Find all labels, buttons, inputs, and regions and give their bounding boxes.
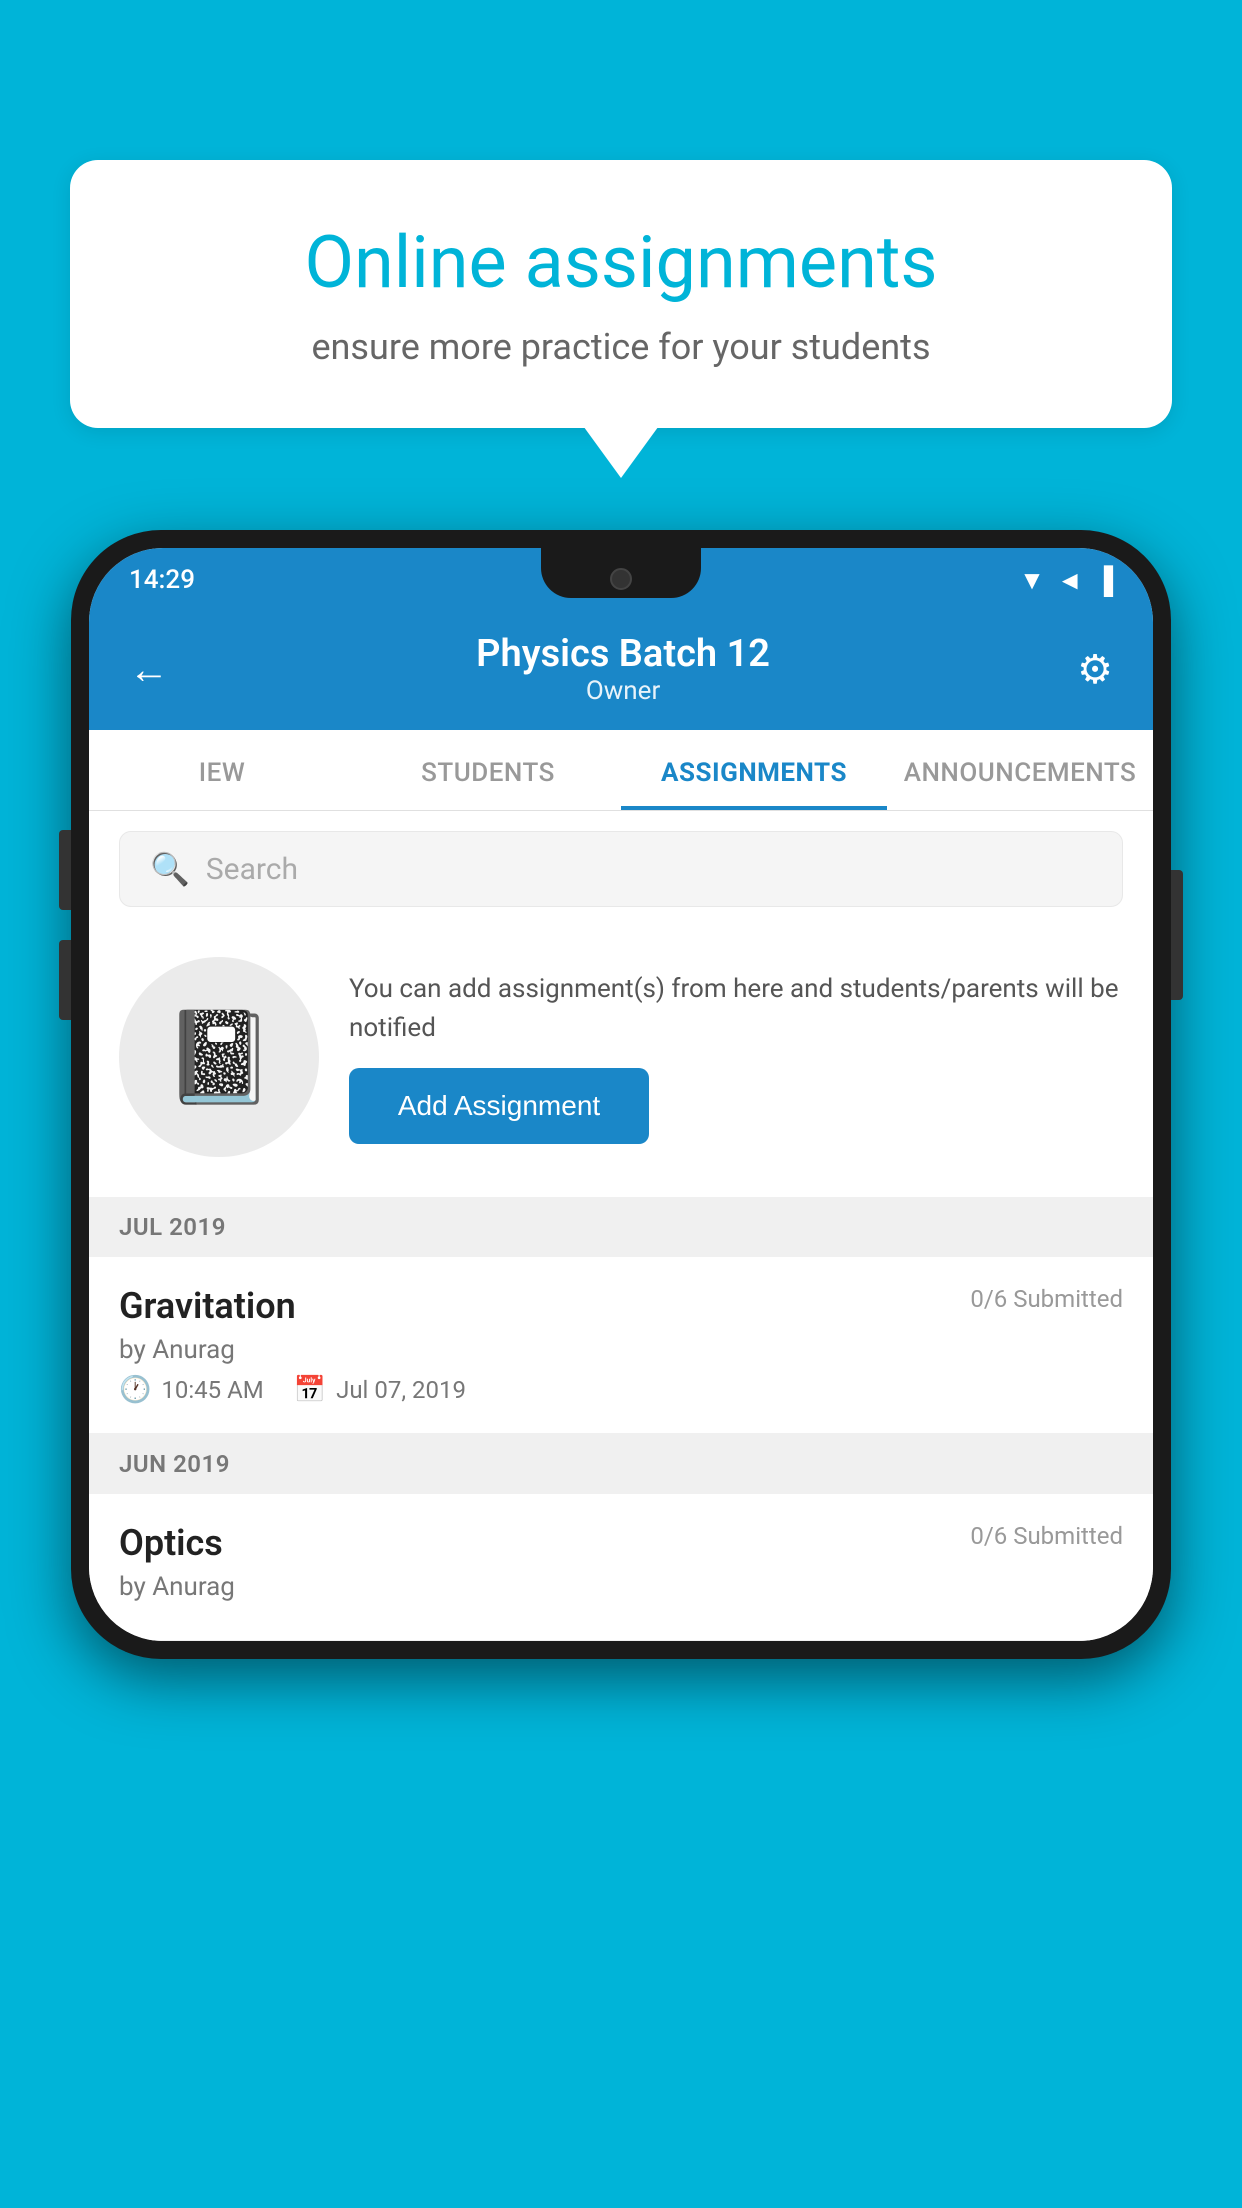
tabs-bar: IEW STUDENTS ASSIGNMENTS ANNOUNCEMENTS [89, 730, 1153, 811]
speech-bubble-area: Online assignments ensure more practice … [70, 160, 1172, 428]
promo-icon-circle: 📓 [119, 957, 319, 1157]
speech-bubble: Online assignments ensure more practice … [70, 160, 1172, 428]
section-jul-2019: JUL 2019 [89, 1197, 1153, 1257]
optics-submitted: 0/6 Submitted [970, 1522, 1123, 1550]
phone-screen: 14:29 ▼ ◄ ▐ ← Physics Batch 12 Owner ⚙ [89, 548, 1153, 1641]
promo-right: You can add assignment(s) from here and … [349, 970, 1123, 1144]
promo-description: You can add assignment(s) from here and … [349, 970, 1123, 1048]
clock-icon: 🕐 [119, 1375, 151, 1405]
promo-section: 📓 You can add assignment(s) from here an… [89, 927, 1153, 1197]
volume-up-button[interactable] [59, 830, 71, 910]
volume-down-button[interactable] [59, 940, 71, 1020]
front-camera [610, 568, 632, 590]
optics-author: by Anurag [119, 1572, 1123, 1602]
header-center: Physics Batch 12 Owner [476, 632, 770, 706]
search-container: 🔍 Search [89, 811, 1153, 927]
battery-icon: ▐ [1095, 565, 1113, 596]
phone-mockup: 14:29 ▼ ◄ ▐ ← Physics Batch 12 Owner ⚙ [71, 530, 1171, 1659]
signal-icon: ◄ [1057, 565, 1083, 596]
calendar-icon: 📅 [294, 1375, 326, 1405]
gravitation-date: 📅 Jul 07, 2019 [294, 1375, 466, 1405]
gravitation-meta: 🕐 10:45 AM 📅 Jul 07, 2019 [119, 1375, 1123, 1405]
bubble-title: Online assignments [140, 220, 1102, 306]
assignment-title-optics: Optics [119, 1522, 223, 1564]
gravitation-time-value: 10:45 AM [161, 1376, 263, 1404]
status-time: 14:29 [129, 565, 195, 595]
tab-assignments[interactable]: ASSIGNMENTS [621, 730, 887, 810]
notch [541, 548, 701, 598]
batch-title: Physics Batch 12 [476, 632, 770, 676]
gravitation-author: by Anurag [119, 1335, 1123, 1365]
status-icons: ▼ ◄ ▐ [1019, 565, 1113, 596]
phone-outer: 14:29 ▼ ◄ ▐ ← Physics Batch 12 Owner ⚙ [71, 530, 1171, 1659]
back-button[interactable]: ← [129, 646, 169, 693]
bubble-subtitle: ensure more practice for your students [140, 326, 1102, 368]
assignment-gravitation[interactable]: Gravitation 0/6 Submitted by Anurag 🕐 10… [89, 1257, 1153, 1434]
add-assignment-button[interactable]: Add Assignment [349, 1068, 649, 1144]
optics-row1: Optics 0/6 Submitted [119, 1522, 1123, 1564]
section-jun-2019: JUN 2019 [89, 1434, 1153, 1494]
tab-overview[interactable]: IEW [89, 730, 355, 810]
app-header: ← Physics Batch 12 Owner ⚙ [89, 612, 1153, 730]
notebook-icon: 📓 [163, 1005, 275, 1110]
assignment-title-gravitation: Gravitation [119, 1285, 296, 1327]
gravitation-date-value: Jul 07, 2019 [336, 1376, 466, 1404]
settings-icon[interactable]: ⚙ [1077, 646, 1113, 693]
power-button[interactable] [1171, 870, 1183, 1000]
search-bar[interactable]: 🔍 Search [119, 831, 1123, 907]
batch-role: Owner [476, 676, 770, 706]
search-placeholder: Search [206, 852, 298, 887]
assignment-optics[interactable]: Optics 0/6 Submitted by Anurag [89, 1494, 1153, 1641]
wifi-icon: ▼ [1019, 565, 1045, 596]
tab-announcements[interactable]: ANNOUNCEMENTS [887, 730, 1153, 810]
search-icon: 🔍 [150, 850, 190, 888]
gravitation-time: 🕐 10:45 AM [119, 1375, 264, 1405]
assignment-row1: Gravitation 0/6 Submitted [119, 1285, 1123, 1327]
status-bar: 14:29 ▼ ◄ ▐ [89, 548, 1153, 612]
tab-students[interactable]: STUDENTS [355, 730, 621, 810]
gravitation-submitted: 0/6 Submitted [970, 1285, 1123, 1313]
